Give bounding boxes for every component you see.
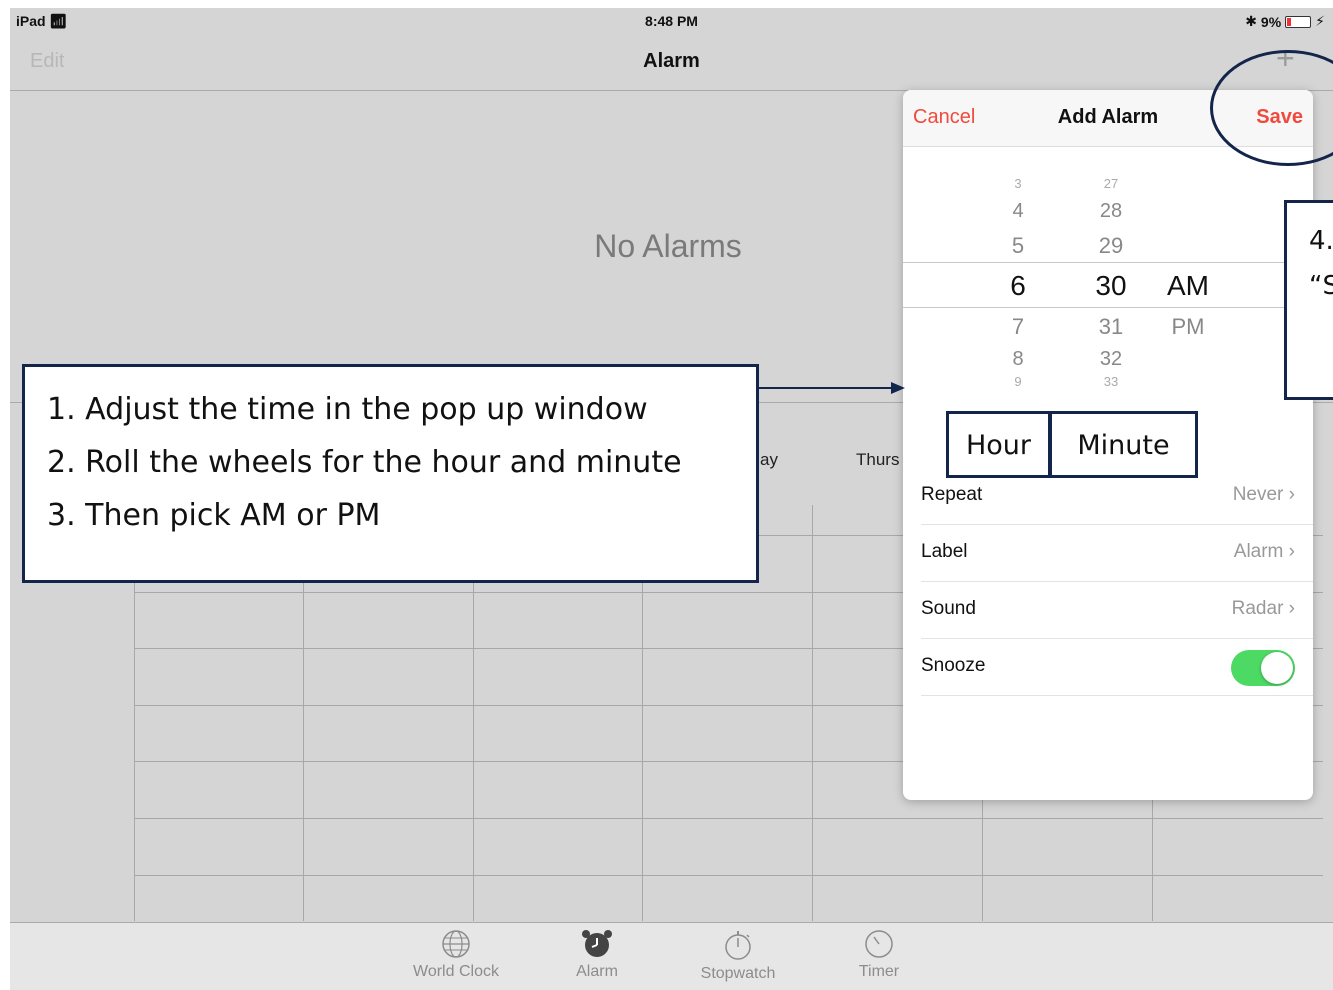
period-option[interactable]: PM — [1153, 314, 1223, 340]
instruction-line: 1. Adjust the time in the pop up window — [47, 392, 648, 427]
charging-icon: ⚡︎ — [1315, 13, 1325, 29]
tab-label: Stopwatch — [700, 965, 776, 982]
row-label: Label — [921, 541, 968, 562]
tab-stopwatch[interactable]: Stopwatch — [683, 929, 793, 983]
minute-option[interactable]: 29 — [1083, 233, 1139, 259]
tab-world-clock[interactable]: World Clock — [401, 929, 511, 981]
row-label: Sound — [921, 598, 976, 619]
hour-option[interactable]: 8 — [998, 348, 1038, 371]
chevron-right-icon: › — [1288, 598, 1295, 619]
minute-option[interactable]: 33 — [1083, 374, 1139, 389]
tab-label: Alarm — [576, 963, 618, 980]
day-header-partial: ay — [760, 450, 778, 469]
hour-option[interactable]: 4 — [998, 200, 1038, 223]
snooze-toggle[interactable] — [1231, 650, 1295, 686]
sound-row[interactable]: Sound Radar › — [921, 582, 1313, 639]
tab-label: World Clock — [413, 963, 499, 980]
row-value: Radar › — [1231, 598, 1295, 619]
tab-bar: World Clock Alarm Stopwatch Timer — [10, 922, 1333, 990]
tab-alarm[interactable]: Alarm — [542, 929, 652, 981]
bluetooth-icon: ✱ — [1245, 13, 1257, 29]
globe-icon — [442, 930, 470, 958]
tab-timer[interactable]: Timer — [824, 929, 934, 981]
row-value: Never › — [1232, 484, 1295, 505]
save-step-callout: 4. “S — [1284, 200, 1333, 400]
tab-label: Timer — [858, 963, 900, 980]
row-value: Alarm › — [1233, 541, 1295, 562]
grid-line — [812, 505, 813, 921]
instruction-callout: 1. Adjust the time in the pop up window … — [22, 364, 759, 583]
hour-option[interactable]: 3 — [998, 176, 1038, 191]
timer-icon — [865, 930, 893, 958]
grid-line — [134, 875, 1323, 876]
minute-option[interactable]: 32 — [1083, 348, 1139, 371]
callout-arrow — [759, 382, 905, 394]
status-bar: iPad 📶︎ 8:48 PM ✱ 9% ⚡︎ — [10, 8, 1333, 34]
day-header-thursday: Thurs — [856, 450, 900, 469]
minute-selected[interactable]: 30 — [1083, 270, 1139, 302]
row-label: Repeat — [921, 484, 983, 505]
status-right: ✱ 9% ⚡︎ — [1245, 13, 1325, 30]
save-step-line: 4. — [1309, 226, 1333, 256]
hour-option[interactable]: 7 — [998, 314, 1038, 340]
minute-option[interactable]: 27 — [1083, 176, 1139, 191]
minute-callout: Minute — [1049, 411, 1198, 478]
battery-percent: 9% — [1260, 13, 1282, 30]
label-row[interactable]: Label Alarm › — [921, 525, 1313, 582]
minute-option[interactable]: 28 — [1083, 200, 1139, 223]
battery-icon — [1285, 15, 1312, 28]
hour-option[interactable]: 9 — [998, 374, 1038, 389]
grid-line — [134, 818, 1323, 819]
status-time: 8:48 PM — [645, 13, 698, 29]
nav-bar: Edit Alarm + — [10, 38, 1333, 91]
hour-option[interactable]: 5 — [998, 233, 1038, 259]
instruction-line: 2. Roll the wheels for the hour and minu… — [47, 445, 682, 480]
snooze-row: Snooze — [921, 639, 1313, 696]
row-label: Snooze — [921, 655, 986, 676]
chevron-right-icon: › — [1288, 484, 1295, 505]
instruction-line: 3. Then pick AM or PM — [47, 498, 381, 533]
toggle-knob — [1261, 652, 1293, 684]
minute-option[interactable]: 31 — [1083, 314, 1139, 340]
save-step-line: “S — [1309, 271, 1333, 301]
alarm-clock-icon — [582, 930, 612, 957]
page-title: Alarm — [643, 50, 700, 72]
period-selected[interactable]: AM — [1153, 270, 1223, 302]
hour-selected[interactable]: 6 — [998, 270, 1038, 302]
hour-callout: Hour — [946, 411, 1051, 478]
stopwatch-icon — [725, 931, 751, 960]
chevron-right-icon: › — [1288, 541, 1295, 562]
